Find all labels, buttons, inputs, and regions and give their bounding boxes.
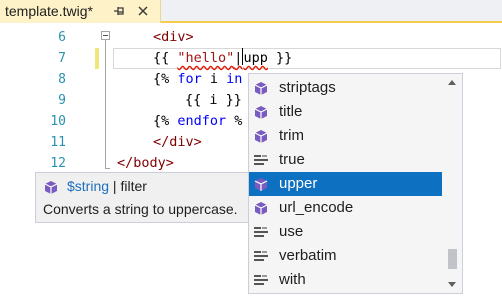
line-number: 8 [58,72,66,87]
outline-guide [105,40,106,168]
completion-item-use[interactable]: use [249,220,442,244]
tab-title: template.twig* [5,3,93,19]
completion-item-verbatim[interactable]: verbatim [249,244,442,268]
completion-item-label: verbatim [279,247,337,264]
completion-item-true[interactable]: true [249,148,442,172]
filter-cube-icon [254,82,268,95]
tab-strip: template.twig* [0,0,502,23]
line-number: 11 [50,135,66,150]
line-number: 6 [58,30,66,45]
keyword-lines-icon [254,227,268,237]
quick-info-signature: $string | filter [67,178,147,195]
scroll-up-icon[interactable] [448,80,456,85]
completion-item-title[interactable]: title [249,100,442,124]
line-number: 7 [58,51,66,66]
scrollbar-thumb[interactable] [448,249,457,269]
filter-cube-icon [254,202,268,215]
completion-item-label: use [279,223,304,240]
completion-item-with[interactable]: with [249,268,442,292]
line-number: 10 [50,114,66,129]
completion-list[interactable]: striptags title trim true upper url_encodeuse… [248,73,463,294]
completion-scrollbar[interactable] [443,74,462,293]
filter-cube-icon [44,181,58,194]
completion-item-upper[interactable]: upper [249,172,442,196]
filter-cube-icon [254,130,268,143]
completion-item-striptags[interactable]: striptags [249,76,442,100]
keyword-lines-icon [254,251,268,261]
code-line: </div> [153,134,202,150]
filter-cube-icon [254,178,268,191]
completion-item-url-encode[interactable]: url_encode [249,196,442,220]
keyword-lines-icon [254,275,268,285]
change-marker [95,48,99,69]
outline-guide-end [105,168,110,169]
collapse-icon[interactable] [101,31,110,40]
line-number: 9 [58,93,66,108]
quick-info-separator: | [109,178,121,194]
code-line: {% endfor % [153,113,243,129]
tab-template-twig[interactable]: template.twig* [0,0,161,23]
quick-info-variable: $string [67,178,110,194]
code-line: <div> [153,29,194,45]
code-line: </body> [117,155,174,171]
completion-item-label: true [279,151,305,168]
scroll-down-icon[interactable] [448,282,456,287]
quick-info-tooltip: $string | filter Converts a string to up… [35,172,278,223]
completion-item-label: striptags [279,79,336,96]
filter-cube-icon [254,106,268,119]
completion-item-label: title [279,103,303,120]
pin-icon[interactable] [112,4,126,18]
code-line: {{ i }} [185,92,242,108]
code-line: {{ "hello"|upp }} [153,48,293,66]
completion-item-label: with [279,271,306,288]
quick-info-kind: filter [120,178,147,194]
completion-item-label: upper [279,175,318,192]
close-icon[interactable] [136,4,150,18]
line-number: 12 [50,156,66,171]
completion-item-label: trim [279,127,304,144]
completion-item-label: url_encode [279,199,354,216]
completion-item-trim[interactable]: trim [249,124,442,148]
code-line: {% for i in [153,71,243,87]
keyword-lines-icon [254,155,268,165]
quick-info-description: Converts a string to uppercase. [43,201,238,217]
